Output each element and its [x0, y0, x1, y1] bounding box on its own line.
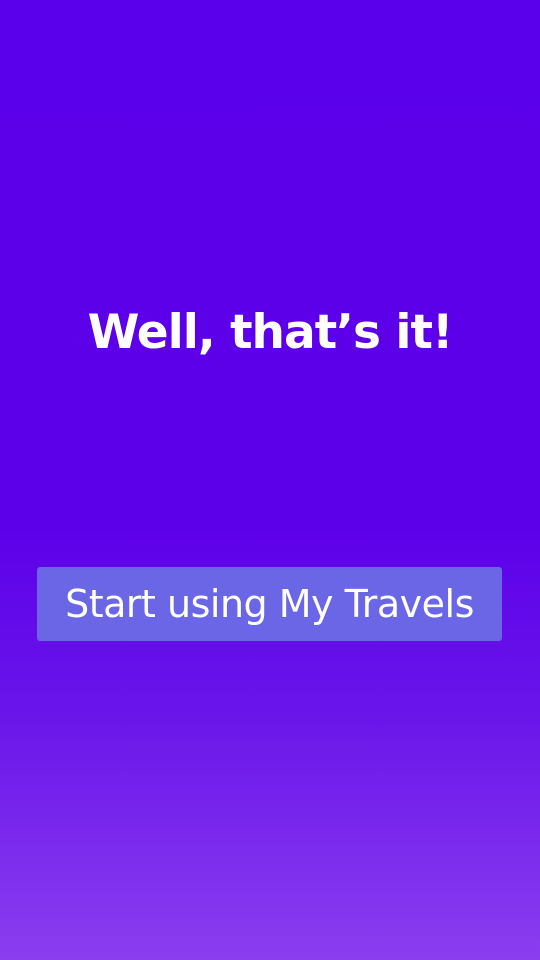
start-using-button[interactable]: Start using My Travels — [37, 567, 502, 641]
onboarding-finish-screen: Well, that’s it! Start using My Travels — [0, 0, 540, 960]
finish-headline: Well, that’s it! — [87, 305, 454, 360]
